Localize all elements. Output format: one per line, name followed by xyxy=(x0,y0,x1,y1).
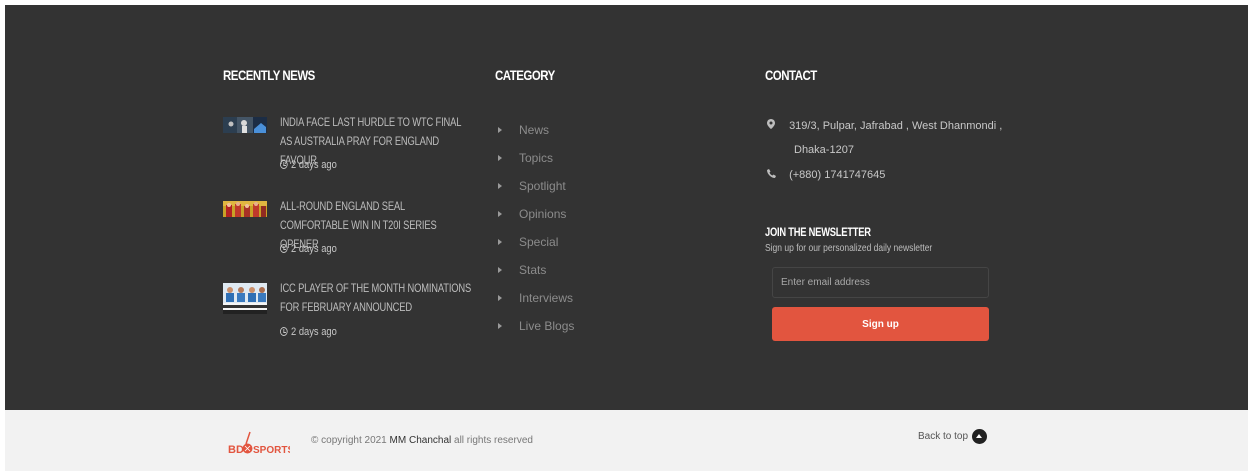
recent-news-title: RECENTLY NEWS xyxy=(223,67,315,83)
category-label: Stats xyxy=(519,263,547,277)
email-input[interactable] xyxy=(772,267,989,298)
caret-right-icon xyxy=(498,211,502,217)
category-label: Opinions xyxy=(519,207,567,221)
caret-right-icon xyxy=(498,323,502,329)
news-thumbnail[interactable] xyxy=(223,201,267,217)
news-time: 2 days ago xyxy=(280,159,337,171)
news-time-label: 2 days ago xyxy=(291,243,337,255)
contact-phone: (+880) 1741747645 xyxy=(765,169,885,181)
caret-right-icon xyxy=(498,295,502,301)
caret-right-icon xyxy=(498,239,502,245)
caret-right-icon xyxy=(498,267,502,273)
news-item[interactable]: ALL-ROUND ENGLAND SEAL COMFORTABLE WIN I… xyxy=(223,199,463,261)
clock-icon xyxy=(280,327,288,336)
category-item-opinions[interactable]: Opinions xyxy=(495,200,574,228)
copyright-suffix: all rights reserved xyxy=(454,435,533,446)
news-time: 2 days ago xyxy=(280,326,337,338)
caret-right-icon xyxy=(498,155,502,161)
footer-main: RECENTLY NEWS INDIA FACE LAST HURDLE TO … xyxy=(5,5,1248,410)
news-item[interactable]: ICC PLAYER OF THE MONTH NOMINATIONS FOR … xyxy=(223,281,471,343)
contact-address-line2: Dhaka-1207 xyxy=(794,144,854,156)
contact-address: 319/3, Pulpar, Jafrabad , West Dhanmondi… xyxy=(765,119,1002,132)
category-label: Spotlight xyxy=(519,179,566,193)
location-pin-icon xyxy=(765,119,777,131)
category-label: Special xyxy=(519,235,559,249)
copyright-prefix: © copyright 2021 xyxy=(311,435,387,446)
category-item-news[interactable]: News xyxy=(495,116,574,144)
clock-icon xyxy=(280,160,288,169)
phone-icon xyxy=(765,169,777,180)
news-title[interactable]: ICC PLAYER OF THE MONTH NOMINATIONS FOR … xyxy=(280,279,475,317)
category-item-stats[interactable]: Stats xyxy=(495,256,574,284)
news-thumbnail[interactable] xyxy=(223,117,267,133)
footer-bottom: BD SPORTS © copyright 2021 MM Chanchal a… xyxy=(5,410,1248,471)
news-time-label: 2 days ago xyxy=(291,326,337,338)
logo-text-bd: BD xyxy=(228,444,244,456)
copyright-author-link[interactable]: MM Chanchal xyxy=(390,435,452,446)
news-time: 2 days ago xyxy=(280,243,337,255)
category-title: CATEGORY xyxy=(495,67,555,83)
contact-address-line1: 319/3, Pulpar, Jafrabad , West Dhanmondi… xyxy=(789,120,1003,132)
caret-right-icon xyxy=(498,183,502,189)
news-thumbnail[interactable] xyxy=(223,283,267,314)
back-to-top-label: Back to top xyxy=(918,431,969,442)
category-item-interviews[interactable]: Interviews xyxy=(495,284,574,312)
category-item-special[interactable]: Special xyxy=(495,228,574,256)
caret-right-icon xyxy=(498,127,502,133)
category-label: News xyxy=(519,123,550,137)
site-logo[interactable]: BD SPORTS xyxy=(228,430,294,456)
category-list: News Topics Spotlight Opinions Special S… xyxy=(495,116,574,340)
category-item-live-blogs[interactable]: Live Blogs xyxy=(495,312,574,340)
newsletter-subtitle: Sign up for our personalized daily newsl… xyxy=(765,243,933,254)
copyright-text: © copyright 2021 MM Chanchal all rights … xyxy=(311,435,533,446)
category-label: Live Blogs xyxy=(519,319,575,333)
news-item[interactable]: INDIA FACE LAST HURDLE TO WTC FINAL AS A… xyxy=(223,115,463,177)
category-label: Interviews xyxy=(519,291,574,305)
category-label: Topics xyxy=(519,151,554,165)
contact-phone-label: (+880) 1741747645 xyxy=(789,169,886,181)
category-item-topics[interactable]: Topics xyxy=(495,144,574,172)
arrow-up-icon xyxy=(972,429,988,444)
back-to-top-button[interactable]: Back to top xyxy=(918,429,988,444)
logo-text-sports: SPORTS xyxy=(253,445,290,456)
contact-title: CONTACT xyxy=(765,67,817,83)
clock-icon xyxy=(280,244,288,253)
signup-button[interactable]: Sign up xyxy=(772,307,989,341)
newsletter-title: JOIN THE NEWSLETTER xyxy=(765,225,871,239)
news-time-label: 2 days ago xyxy=(291,159,337,171)
category-item-spotlight[interactable]: Spotlight xyxy=(495,172,574,200)
